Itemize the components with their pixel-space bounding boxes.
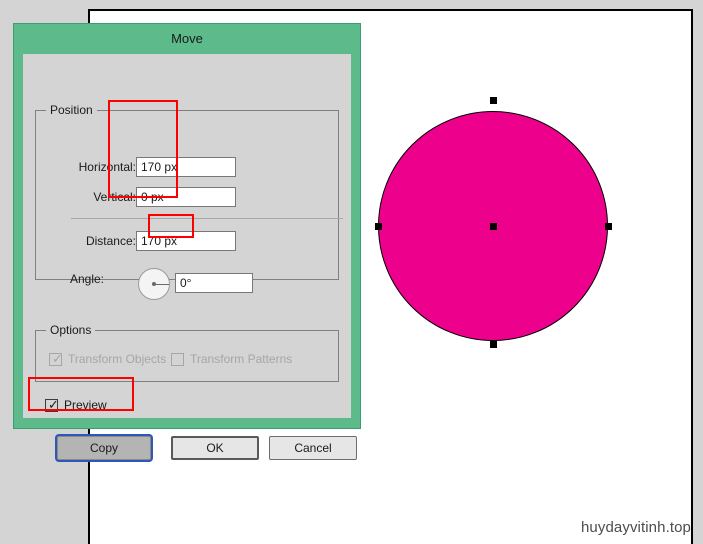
horizontal-label: Horizontal: (78, 160, 136, 174)
vertical-input[interactable]: 0 px (136, 187, 236, 207)
angle-input[interactable]: 0° (175, 273, 253, 293)
transform-objects-label: Transform Objects (68, 352, 167, 366)
vertical-field-row: Vertical: 0 px (43, 187, 236, 207)
transform-patterns-checkbox-row[interactable]: Transform Patterns (171, 352, 292, 366)
anchor-point-center[interactable] (490, 223, 497, 230)
cancel-button[interactable]: Cancel (269, 436, 357, 460)
transform-objects-checkbox-row[interactable]: ✓ Transform Objects (49, 352, 166, 366)
distance-label: Distance: (85, 234, 136, 248)
copy-button[interactable]: Copy (57, 436, 151, 460)
preview-checkbox-row[interactable]: ✓ Preview (45, 398, 107, 412)
horizontal-input[interactable]: 170 px (136, 157, 236, 177)
angle-dial-center-dot (152, 282, 156, 286)
angle-label: Angle: (69, 272, 104, 286)
anchor-point-right[interactable] (605, 223, 612, 230)
horizontal-field-row: Horizontal: 170 px (43, 157, 236, 177)
angle-field-row: Angle: 0° (43, 268, 253, 300)
position-divider (71, 218, 343, 219)
ok-button[interactable]: OK (171, 436, 259, 460)
watermark-text: huydayvitinh.top (580, 519, 691, 536)
move-dialog: Move Position Horizontal: 170 px Vertica… (14, 24, 360, 460)
anchor-point-top[interactable] (490, 97, 497, 104)
angle-dial-icon[interactable] (138, 268, 170, 300)
empty-checkbox-icon[interactable] (171, 352, 184, 366)
dialog-body: Position Horizontal: 170 px Vertical: 0 … (23, 54, 357, 460)
distance-input[interactable]: 170 px (136, 231, 236, 251)
options-group-legend: Options (46, 323, 96, 337)
anchor-point-left[interactable] (375, 223, 382, 230)
position-group-legend: Position (46, 103, 97, 117)
distance-field-row: Distance: 170 px (43, 231, 236, 251)
angle-dial-needle (154, 284, 169, 285)
checkmark-icon[interactable]: ✓ (49, 352, 63, 366)
preview-label: Preview (64, 398, 107, 412)
anchor-point-bottom[interactable] (490, 341, 497, 348)
dialog-title: Move (171, 31, 203, 46)
checkmark-icon[interactable]: ✓ (45, 398, 59, 412)
transform-patterns-label: Transform Patterns (190, 352, 293, 366)
vertical-label: Vertical: (93, 190, 136, 204)
